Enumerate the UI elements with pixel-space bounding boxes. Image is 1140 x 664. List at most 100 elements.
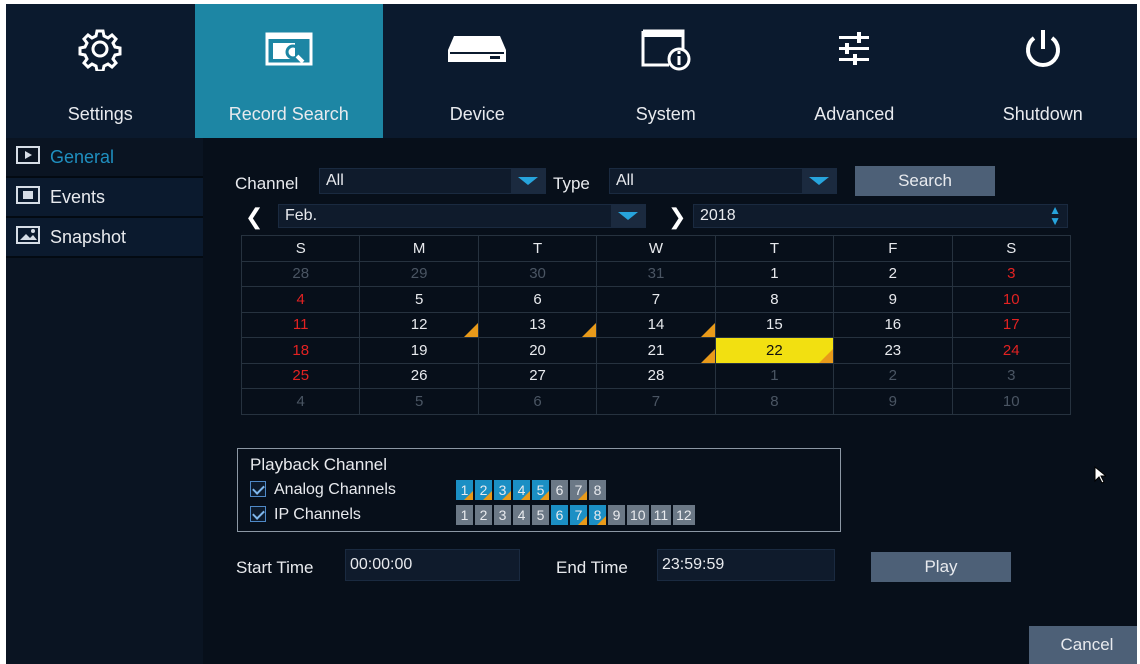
sidebar: General Events Snapshot [6,138,203,664]
calendar-day[interactable]: 20 [477,337,598,364]
calendar-day[interactable]: 5 [359,286,479,313]
calendar-day[interactable]: 4 [240,286,361,313]
analog-channel-5[interactable]: 5 [532,480,549,500]
analog-channel-3[interactable]: 3 [494,480,511,500]
calendar-week-row: 4 5 6 7 8 9 10 [240,388,1072,415]
nav-device[interactable]: Device [383,4,572,138]
nav-label: Device [449,104,505,124]
analog-channel-2[interactable]: 2 [475,480,492,500]
calendar-day[interactable]: 24 [951,337,1072,364]
calendar-day-recorded[interactable]: 12 [359,311,479,338]
chevron-down-icon[interactable] [611,205,645,227]
ip-channels-label: IP Channels [274,506,361,523]
sidebar-item-label: Snapshot [50,226,127,247]
analog-channel-1[interactable]: 1 [456,480,473,500]
calendar-day[interactable]: 17 [951,311,1072,338]
calendar-day[interactable]: 28 [596,362,716,389]
calendar-day[interactable]: 6 [477,286,598,313]
calendar-day[interactable]: 7 [596,388,716,415]
ip-channel-9[interactable]: 9 [608,505,625,525]
calendar-day-recorded[interactable]: 14 [596,311,716,338]
year-select-value: 2018 [700,207,736,224]
end-time-field[interactable]: 23:59:59 [657,549,835,581]
ip-channel-8[interactable]: 8 [589,505,606,525]
calendar-day[interactable]: 4 [240,388,361,415]
calendar-day[interactable]: 2 [833,260,953,287]
calendar-day[interactable]: 3 [951,260,1072,287]
calendar-day[interactable]: 11 [240,311,361,338]
calendar-day[interactable]: 25 [240,362,361,389]
ip-channel-2[interactable]: 2 [475,505,492,525]
sidebar-item-general[interactable]: General [6,138,203,178]
calendar-day[interactable]: 6 [477,388,598,415]
calendar-day[interactable]: 1 [714,362,835,389]
chevron-down-icon[interactable] [511,169,545,193]
dvr-screen: Settings Record Search Device System Adv… [6,4,1137,664]
ip-channel-4[interactable]: 4 [513,505,530,525]
calendar-day[interactable]: 28 [240,260,361,287]
year-select[interactable]: 2018 ▲ ▼ [693,204,1068,228]
weekday-header: T [477,235,598,262]
calendar-day[interactable]: 7 [596,286,716,313]
calendar-day[interactable]: 1 [714,260,835,287]
ip-channel-1[interactable]: 1 [456,505,473,525]
chevron-left-icon[interactable]: ❮ [245,204,263,230]
calendar-day[interactable]: 31 [596,260,716,287]
analog-channel-8[interactable]: 8 [589,480,606,500]
nav-system[interactable]: System [572,4,761,138]
top-navigation: Settings Record Search Device System Adv… [6,4,1137,138]
calendar-day[interactable]: 30 [477,260,598,287]
calendar-day[interactable]: 9 [833,388,953,415]
nav-shutdown[interactable]: Shutdown [949,4,1138,138]
calendar-day[interactable]: 5 [359,388,479,415]
cancel-button[interactable]: Cancel [1029,626,1137,664]
sidebar-item-snapshot[interactable]: Snapshot [6,218,203,258]
ip-channel-6[interactable]: 6 [551,505,568,525]
ip-channels-checkbox[interactable] [250,506,266,522]
sidebar-item-events[interactable]: Events [6,178,203,218]
ip-channel-12[interactable]: 12 [673,505,695,525]
nav-label: Settings [67,104,133,124]
calendar-day[interactable]: 18 [240,337,361,364]
playback-channel-title: Playback Channel [250,455,388,474]
chevron-down-icon[interactable] [802,169,836,193]
analog-channel-7[interactable]: 7 [570,480,587,500]
calendar-day[interactable]: 15 [714,311,835,338]
play-button[interactable]: Play [871,552,1011,582]
calendar-day[interactable]: 8 [714,286,835,313]
type-select[interactable]: All [609,168,837,194]
ip-channel-11[interactable]: 11 [650,505,672,525]
calendar-day[interactable]: 23 [833,337,953,364]
calendar-day[interactable]: 10 [951,388,1072,415]
calendar-day[interactable]: 3 [951,362,1072,389]
ip-channel-7[interactable]: 7 [570,505,587,525]
chevron-right-icon[interactable]: ❯ [668,204,686,230]
ip-channel-3[interactable]: 3 [494,505,511,525]
start-time-field[interactable]: 00:00:00 [345,549,520,581]
analog-channel-4[interactable]: 4 [513,480,530,500]
nav-advanced[interactable]: Advanced [760,4,949,138]
calendar-day-selected[interactable]: 22 [714,337,835,364]
month-select[interactable]: Feb. [278,204,646,228]
calendar-day[interactable]: 26 [359,362,479,389]
calendar-day[interactable]: 9 [833,286,953,313]
calendar-day[interactable]: 2 [833,362,953,389]
calendar-day-recorded[interactable]: 21 [596,337,716,364]
channel-select[interactable]: All [319,168,546,194]
analog-channel-6[interactable]: 6 [551,480,568,500]
calendar-day[interactable]: 10 [951,286,1072,313]
analog-channels-checkbox[interactable] [250,481,266,497]
calendar-day[interactable]: 29 [359,260,479,287]
ip-channel-10[interactable]: 10 [627,505,649,525]
calendar-day[interactable]: 19 [359,337,479,364]
nav-record-search[interactable]: Record Search [194,4,383,138]
search-button[interactable]: Search [855,166,995,196]
spinner-icon[interactable]: ▲ ▼ [1049,204,1061,227]
nav-settings[interactable]: Settings [6,4,195,138]
calendar-day[interactable]: 27 [477,362,598,389]
ip-channel-5[interactable]: 5 [532,505,549,525]
calendar-week-row: 4 5 6 7 8 9 10 [240,286,1072,313]
calendar-day[interactable]: 16 [833,311,953,338]
calendar-day[interactable]: 8 [714,388,835,415]
calendar-day-recorded[interactable]: 13 [477,311,598,338]
